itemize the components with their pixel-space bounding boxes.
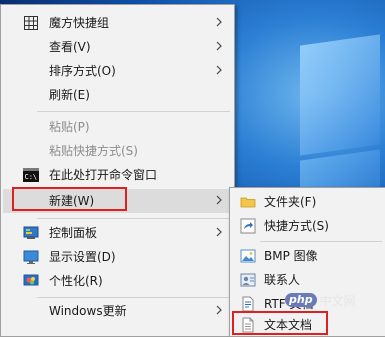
menu-item-label: 粘贴快捷方式(S) (49, 144, 138, 158)
menu-item-label: 魔方快捷组 (49, 16, 110, 30)
watermark-badge: php (285, 293, 317, 307)
svg-text:C:\: C:\ (25, 173, 38, 181)
menu-item-open-command-window[interactable]: C:\ 在此处打开命令窗口 (3, 163, 232, 187)
submenu-item-label: 联系人 (264, 273, 301, 287)
menu-item-mofang-shortcuts[interactable]: 魔方快捷组 (3, 11, 232, 35)
menu-item-label: 在此处打开命令窗口 (49, 168, 158, 182)
menu-separator (37, 111, 230, 112)
contact-icon (240, 272, 256, 288)
submenu-item-shortcut[interactable]: 快捷方式(S) (232, 214, 384, 238)
menu-item-label: Windows更新 (49, 304, 127, 318)
menu-item-personalize[interactable]: 个性化(R) (3, 269, 232, 293)
menu-item-control-panel[interactable]: 控制面板 (3, 221, 232, 245)
new-submenu: 文件夹(F) 快捷方式(S) BMP 图像 联系人 RTF 文档 文本文档 (229, 187, 385, 337)
menu-separator (37, 218, 230, 219)
bmp-image-icon (240, 248, 256, 264)
menu-item-label: 刷新(E) (49, 88, 90, 102)
menu-item-label: 粘贴(P) (49, 120, 90, 134)
menu-separator (37, 297, 230, 298)
shortcut-icon (240, 218, 256, 234)
submenu-item-label: BMP 图像 (264, 249, 318, 263)
menu-item-windows-update[interactable]: Windows更新 (3, 299, 232, 323)
desktop-context-menu: 魔方快捷组 查看(V) 排序方式(O) 刷新(E) 粘贴(P) 粘贴快捷方式(S… (0, 4, 235, 337)
chevron-right-icon (216, 227, 222, 237)
chevron-right-icon (216, 195, 222, 205)
personalize-icon (23, 273, 39, 289)
grid-icon (23, 15, 39, 31)
php-cn-watermark: php 中文网 (285, 291, 356, 309)
menu-item-refresh[interactable]: 刷新(E) (3, 83, 232, 107)
display-icon (23, 249, 39, 265)
control-panel-icon (23, 225, 39, 241)
rtf-document-icon (240, 296, 256, 312)
submenu-item-label: 文件夹(F) (264, 195, 317, 209)
menu-item-paste-shortcut: 粘贴快捷方式(S) (3, 139, 232, 163)
menu-item-paste: 粘贴(P) (3, 115, 232, 139)
menu-item-new[interactable]: 新建(W) (3, 189, 232, 213)
menu-item-label: 新建(W) (49, 194, 95, 208)
menu-item-label: 个性化(R) (49, 274, 103, 288)
menu-item-view[interactable]: 查看(V) (3, 35, 232, 59)
menu-item-display-settings[interactable]: 显示设置(D) (3, 245, 232, 269)
cmd-icon: C:\ (23, 167, 39, 183)
submenu-item-label: 快捷方式(S) (264, 219, 329, 233)
menu-item-label: 显示设置(D) (49, 250, 116, 264)
menu-separator (260, 241, 382, 242)
submenu-item-folder[interactable]: 文件夹(F) (232, 190, 384, 214)
chevron-right-icon (216, 17, 222, 27)
watermark-text: 中文网 (319, 293, 356, 308)
submenu-item-contact[interactable]: 联系人 (232, 268, 384, 292)
submenu-item-bmp-image[interactable]: BMP 图像 (232, 244, 384, 268)
text-document-icon (240, 317, 256, 333)
folder-icon (240, 194, 256, 210)
menu-item-label: 排序方式(O) (49, 64, 116, 78)
chevron-right-icon (216, 65, 222, 75)
submenu-item-label: 文本文档 (264, 318, 313, 332)
submenu-item-text-document[interactable]: 文本文档 (232, 313, 384, 337)
windows-logo-pane-top (300, 34, 380, 156)
chevron-right-icon (216, 305, 222, 315)
menu-item-label: 查看(V) (49, 40, 91, 54)
menu-item-sort-by[interactable]: 排序方式(O) (3, 59, 232, 83)
menu-item-label: 控制面板 (49, 226, 98, 240)
chevron-right-icon (216, 41, 222, 51)
